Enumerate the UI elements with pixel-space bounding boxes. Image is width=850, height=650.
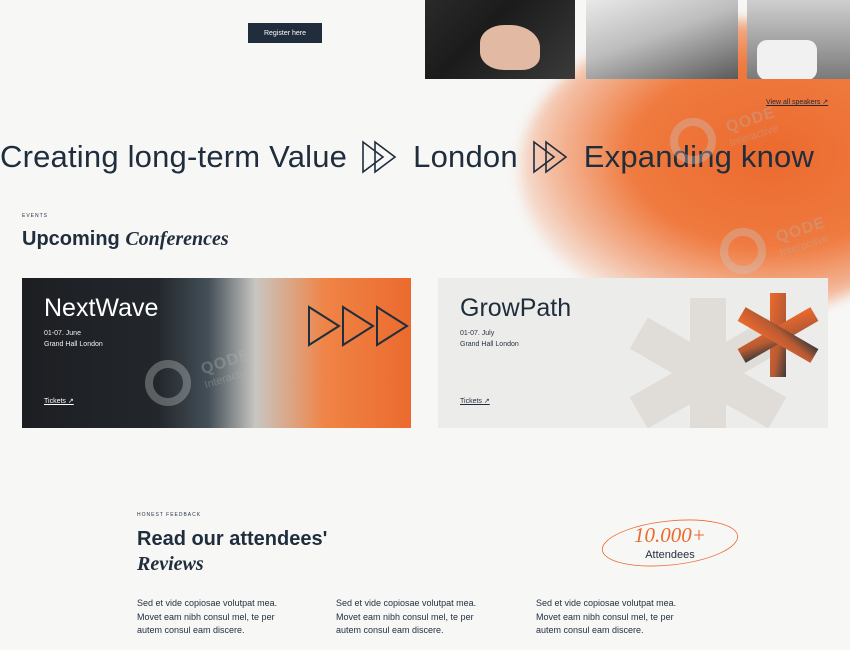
events-heading-italic: Conferences bbox=[125, 228, 229, 250]
event-card-title: GrowPath bbox=[460, 294, 572, 322]
marquee-item: Creating long-term Value bbox=[0, 139, 348, 174]
event-card-nextwave[interactable]: NextWave 01-07. June Grand Hall London T… bbox=[22, 278, 411, 428]
asterisk-icon bbox=[737, 293, 819, 377]
events-heading: Upcoming Conferences bbox=[22, 228, 229, 251]
marquee-ticker: Creating long-term Value London Expandin… bbox=[0, 139, 814, 175]
triple-play-icon bbox=[308, 305, 409, 347]
reviews-heading-line2: Reviews bbox=[137, 553, 204, 575]
event-card-venue: Grand Hall London bbox=[460, 341, 519, 348]
register-button[interactable]: Register here bbox=[248, 23, 322, 43]
event-card-title: NextWave bbox=[44, 294, 159, 322]
attendees-stat: 10.000+ Attendees bbox=[600, 515, 740, 570]
review-text: Sed et vide copiosae volutpat mea. Movet… bbox=[137, 598, 278, 635]
review-text: Sed et vide copiosae volutpat mea. Movet… bbox=[536, 598, 677, 635]
page: Register here View all speakers ↗ Creati… bbox=[0, 0, 850, 650]
events-section-tag: EVENTS bbox=[22, 213, 49, 219]
reviews-heading-line1: Read our attendees' bbox=[137, 528, 328, 550]
marquee-item: London bbox=[413, 139, 518, 174]
event-card-date: 01-07. June bbox=[44, 330, 81, 337]
event-card-venue: Grand Hall London bbox=[44, 341, 103, 348]
events-heading-plain: Upcoming bbox=[22, 228, 126, 250]
sleeve-image-detail bbox=[757, 40, 817, 79]
marquee-item: Expanding know bbox=[583, 139, 815, 174]
event-card-date: 01-07. July bbox=[460, 330, 495, 337]
event-card-growpath[interactable]: GrowPath 01-07. July Grand Hall London T… bbox=[438, 278, 828, 428]
speaker-photo-1[interactable] bbox=[425, 0, 575, 79]
reviews-heading: Read our attendees' Reviews bbox=[137, 527, 327, 577]
speaker-photo-2[interactable] bbox=[586, 0, 738, 79]
tickets-link[interactable]: Tickets ↗ bbox=[460, 397, 490, 405]
speaker-photo-3[interactable] bbox=[747, 0, 850, 79]
view-all-speakers-link[interactable]: View all speakers ↗ bbox=[766, 98, 828, 106]
attendees-number: 10.000+ bbox=[634, 523, 706, 547]
double-play-icon bbox=[362, 140, 397, 174]
review-text: Sed et vide copiosae volutpat mea. Movet… bbox=[336, 598, 477, 635]
tickets-link[interactable]: Tickets ↗ bbox=[44, 397, 74, 405]
feedback-section-tag: HONEST FEEDBACK bbox=[137, 512, 202, 518]
attendees-label: Attendees bbox=[645, 549, 695, 561]
hands-image-detail bbox=[480, 25, 540, 70]
double-play-icon bbox=[532, 140, 568, 174]
